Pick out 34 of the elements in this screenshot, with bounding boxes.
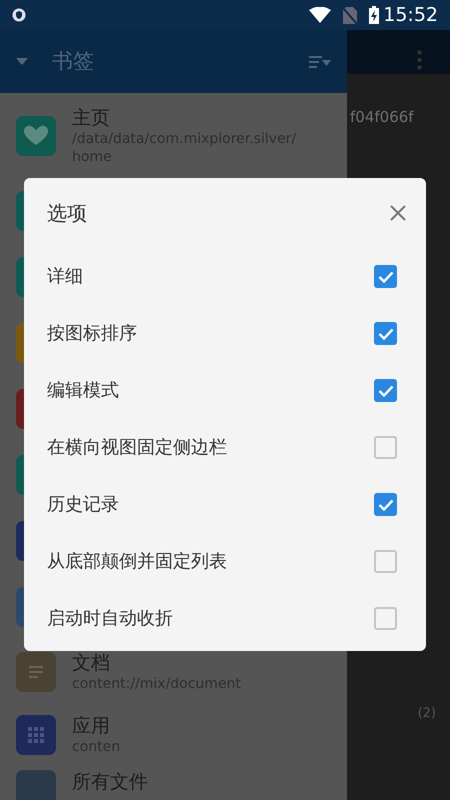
bookmark-title: 主页 — [72, 106, 111, 130]
bookmark-title: 所有文件 — [72, 770, 149, 794]
option-label: 编辑模式 — [47, 379, 120, 403]
checkbox[interactable] — [374, 379, 397, 402]
no-sim-icon — [343, 6, 358, 24]
shield-icon — [12, 8, 26, 22]
option-label: 历史记录 — [47, 493, 120, 517]
option-label: 从底部颠倒并固定列表 — [47, 550, 228, 574]
checkmark-icon — [378, 498, 394, 510]
checkbox[interactable] — [374, 607, 397, 630]
dropdown-caret-icon[interactable] — [16, 58, 28, 66]
checkmark-icon — [378, 328, 394, 340]
option-label: 启动时自动收折 — [47, 607, 174, 631]
drawer-title: 书签 — [52, 48, 94, 75]
checkmark-icon — [378, 270, 394, 282]
more-icon[interactable] — [417, 50, 422, 70]
dialog-title: 选项 — [47, 200, 87, 227]
bookmark-title: 文档 — [72, 650, 111, 674]
status-time: 15:52 — [383, 2, 438, 28]
wifi-icon — [309, 7, 332, 23]
option-label: 在横向视图固定侧边栏 — [47, 436, 228, 460]
sort-icon[interactable] — [309, 54, 331, 68]
close-icon[interactable] — [390, 205, 406, 221]
checkmark-icon — [378, 384, 394, 396]
checkbox[interactable] — [374, 436, 397, 459]
option-label: 按图标排序 — [47, 322, 138, 346]
checkbox[interactable] — [374, 550, 397, 573]
checkbox[interactable] — [374, 265, 397, 288]
bookmark-title: 应用 — [72, 714, 111, 738]
option-label: 详细 — [47, 265, 84, 289]
checkbox[interactable] — [374, 493, 397, 516]
battery-charging-icon — [369, 6, 380, 24]
file-name: f04f066f — [350, 107, 415, 128]
checkbox[interactable] — [374, 322, 397, 345]
